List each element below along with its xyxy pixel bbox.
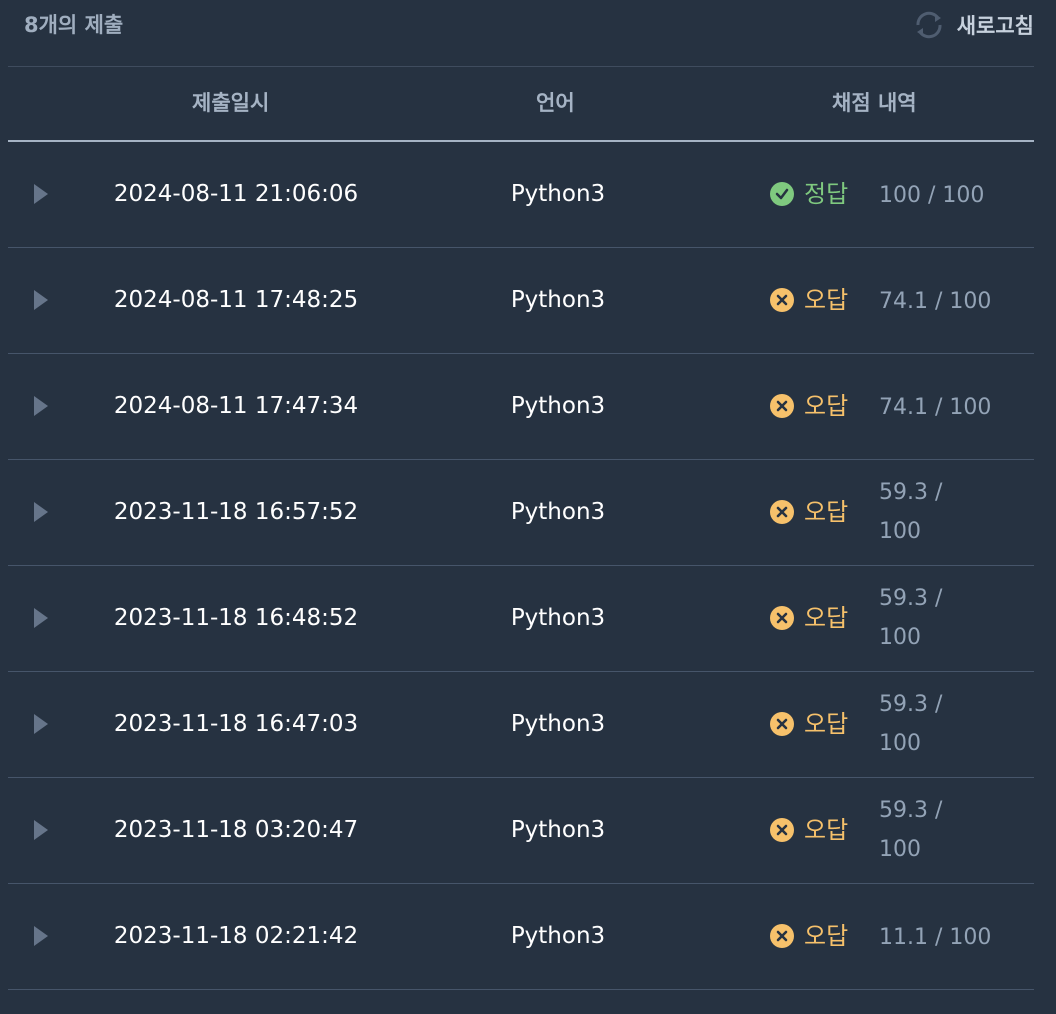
submission-language: Python3 [510,711,606,737]
score: 100 / 100 [879,176,999,215]
submission-date: 2024-08-11 17:48:25 [113,287,359,313]
submission-date: 2024-08-11 17:47:34 [113,393,359,419]
refresh-label: 새로고침 [956,14,1034,38]
x-circle-icon [770,606,794,630]
table-row[interactable]: 2024-08-11 17:48:25 Python3 오답 74.1 / 100 [8,248,1034,354]
result-status-label: 오답 [804,710,849,738]
submission-date: 2023-11-18 16:57:52 [113,499,359,525]
x-circle-icon [770,288,794,312]
expand-triangle-icon[interactable] [34,608,48,628]
x-circle-icon [770,394,794,418]
score-line: 59.3 / [879,798,943,823]
x-circle-icon [770,712,794,736]
result-status-label: 오답 [804,604,849,632]
result-status: 오답 [770,388,848,424]
result-status: 오답 [770,706,848,742]
score-line: 59.3 / [879,692,943,717]
refresh-button[interactable]: 새로고침 [911,8,1034,42]
result-status-label: 오답 [804,498,849,526]
table-row[interactable]: 2023-11-18 16:47:03 Python3 오답 59.3 / 100 [8,672,1034,778]
score: 11.1 / 100 [879,918,999,957]
score-line: 100 [879,837,921,862]
submission-date: 2024-08-11 21:06:06 [113,181,359,207]
table-row[interactable]: 2023-11-18 16:48:52 Python3 오답 59.3 / 100 [8,566,1034,672]
result-status: 정답 [770,176,848,212]
refresh-icon [911,8,947,42]
score: 59.3 / 100 [879,791,999,869]
score-line: 100 [879,519,921,544]
result-status-label: 정답 [804,180,849,208]
score-line: 100 [879,731,921,756]
check-circle-icon [770,182,794,206]
submission-language: Python3 [510,923,606,949]
score: 59.3 / 100 [879,473,999,551]
expand-triangle-icon[interactable] [34,820,48,840]
submissions-panel: 8개의 제출 새로고침 제출일시 언어 채점 내역 2024-08-11 21:… [0,0,1056,1014]
table-row[interactable]: 2023-11-18 16:57:52 Python3 오답 59.3 / 100 [8,460,1034,566]
submission-date: 2023-11-18 02:21:42 [113,923,359,949]
expand-triangle-icon[interactable] [34,290,48,310]
expand-triangle-icon[interactable] [34,714,48,734]
submission-date: 2023-11-18 16:47:03 [113,711,359,737]
submission-language: Python3 [510,393,606,419]
result-status: 오답 [770,812,848,848]
score-line: 59.3 / [879,586,943,611]
table-row[interactable]: 2024-08-11 17:47:34 Python3 오답 74.1 / 100 [8,354,1034,460]
x-circle-icon [770,500,794,524]
result-status: 오답 [770,600,848,636]
submission-date: 2023-11-18 03:20:47 [113,817,359,843]
submission-date: 2023-11-18 16:48:52 [113,605,359,631]
x-circle-icon [770,924,794,948]
score: 74.1 / 100 [879,388,999,427]
table-row[interactable]: 2024-08-11 21:06:06 Python3 정답 100 / 100 [8,142,1034,248]
table-row[interactable]: 2023-11-18 02:21:42 Python3 오답 11.1 / 100 [8,884,1034,990]
score: 74.1 / 100 [879,282,999,321]
x-circle-icon [770,818,794,842]
expand-triangle-icon[interactable] [34,396,48,416]
column-header-date: 제출일시 [192,91,270,115]
score-line: 74.1 / 100 [879,395,992,420]
column-header-language: 언어 [536,91,575,115]
submission-language: Python3 [510,499,606,525]
submissions-table: 제출일시 언어 채점 내역 2024-08-11 21:06:06 Python3… [8,66,1034,990]
result-status-label: 오답 [804,922,849,950]
expand-triangle-icon[interactable] [34,502,48,522]
score-line: 11.1 / 100 [879,925,992,950]
score-line: 100 [879,625,921,650]
score-line: 59.3 / [879,480,943,505]
score-line: 100 / 100 [879,183,985,208]
expand-triangle-icon[interactable] [34,184,48,204]
expand-triangle-icon[interactable] [34,926,48,946]
submissions-header: 8개의 제출 새로고침 [0,0,1056,66]
result-status: 오답 [770,494,848,530]
result-status-label: 오답 [804,392,849,420]
table-body: 2024-08-11 21:06:06 Python3 정답 100 / 100 202… [8,142,1034,990]
result-status-label: 오답 [804,286,849,314]
submission-language: Python3 [510,605,606,631]
submission-language: Python3 [510,181,606,207]
score: 59.3 / 100 [879,579,999,657]
table-row[interactable]: 2023-11-18 03:20:47 Python3 오답 59.3 / 100 [8,778,1034,884]
result-status: 오답 [770,918,848,954]
submission-language: Python3 [510,817,606,843]
submission-language: Python3 [510,287,606,313]
table-header: 제출일시 언어 채점 내역 [8,66,1034,142]
score: 59.3 / 100 [879,685,999,763]
column-header-result: 채점 내역 [832,91,917,115]
result-status-label: 오답 [804,816,849,844]
score-line: 74.1 / 100 [879,289,992,314]
result-status: 오답 [770,282,848,318]
submission-count: 8개의 제출 [24,13,124,37]
